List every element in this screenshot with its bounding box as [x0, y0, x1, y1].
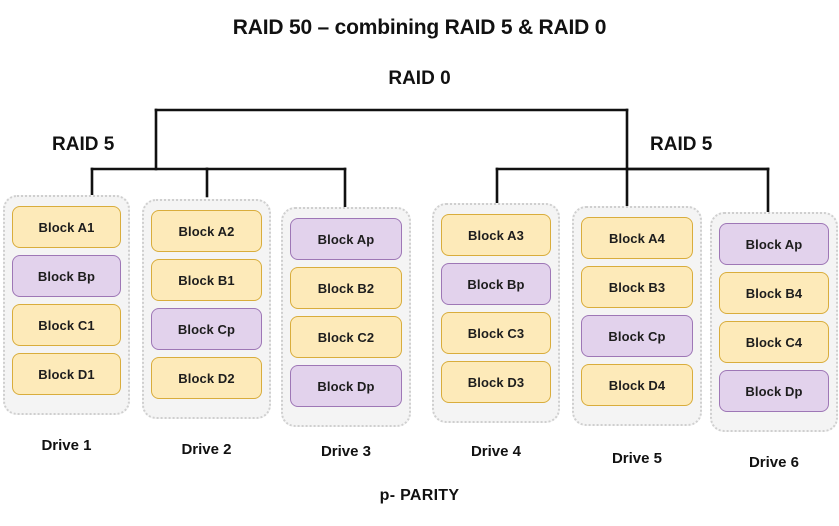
drive-container-2[interactable]: Block A2 Block B1 Block Cp Block D2: [142, 199, 271, 419]
drive-container-1[interactable]: Block A1 Block Bp Block C1 Block D1: [3, 195, 130, 415]
drive-container-3[interactable]: Block Ap Block B2 Block C2 Block Dp: [281, 207, 411, 427]
data-block[interactable]: Block D4: [581, 364, 693, 406]
raid5-right-label: RAID 5: [650, 134, 713, 155]
data-block[interactable]: Block B3: [581, 266, 693, 308]
data-block[interactable]: Block C1: [12, 304, 121, 346]
drive-label-2: Drive 2: [181, 441, 232, 458]
parity-block[interactable]: Block Dp: [719, 370, 829, 412]
parity-block[interactable]: Block Dp: [290, 365, 402, 407]
data-block[interactable]: Block A1: [12, 206, 121, 248]
drive-container-4[interactable]: Block A3 Block Bp Block C3 Block D3: [432, 203, 560, 423]
drive-container-6[interactable]: Block Ap Block B4 Block C4 Block Dp: [710, 212, 838, 432]
data-block[interactable]: Block B2: [290, 267, 402, 309]
raid5-left-label: RAID 5: [52, 134, 115, 155]
raid0-label: RAID 0: [388, 68, 451, 89]
drive-label-5: Drive 5: [611, 450, 663, 467]
drive-block-list: Block Ap Block B2 Block C2 Block Dp: [290, 218, 402, 407]
data-block[interactable]: Block C3: [441, 312, 551, 354]
parity-block[interactable]: Block Cp: [581, 315, 693, 357]
data-block[interactable]: Block A4: [581, 217, 693, 259]
drive-label-1: Drive 1: [41, 437, 92, 454]
data-block[interactable]: Block D1: [12, 353, 121, 395]
drive-label-6: Drive 6: [748, 454, 800, 471]
drive-label-4: Drive 4: [470, 443, 522, 460]
drive-block-list: Block A4 Block B3 Block Cp Block D4: [581, 217, 693, 406]
parity-block[interactable]: Block Ap: [719, 223, 829, 265]
parity-block[interactable]: Block Bp: [12, 255, 121, 297]
diagram-title: RAID 50 – combining RAID 5 & RAID 0: [232, 16, 607, 39]
drive-label-3: Drive 3: [320, 443, 372, 460]
drive-block-list: Block Ap Block B4 Block C4 Block Dp: [719, 223, 829, 412]
data-block[interactable]: Block C2: [290, 316, 402, 358]
drive-block-list: Block A2 Block B1 Block Cp Block D2: [151, 210, 262, 399]
raid50-diagram: RAID 50 – combining RAID 5 & RAID 0 RAID…: [0, 0, 839, 526]
parity-block[interactable]: Block Cp: [151, 308, 262, 350]
parity-block[interactable]: Block Bp: [441, 263, 551, 305]
drive-block-list: Block A3 Block Bp Block C3 Block D3: [441, 214, 551, 403]
data-block[interactable]: Block C4: [719, 321, 829, 363]
drive-block-list: Block A1 Block Bp Block C1 Block D1: [12, 206, 121, 395]
data-block[interactable]: Block D2: [151, 357, 262, 399]
data-block[interactable]: Block B1: [151, 259, 262, 301]
data-block[interactable]: Block B4: [719, 272, 829, 314]
data-block[interactable]: Block A2: [151, 210, 262, 252]
parity-block[interactable]: Block Ap: [290, 218, 402, 260]
parity-legend: p- PARITY: [379, 487, 460, 504]
data-block[interactable]: Block A3: [441, 214, 551, 256]
data-block[interactable]: Block D3: [441, 361, 551, 403]
drive-container-5[interactable]: Block A4 Block B3 Block Cp Block D4: [572, 206, 702, 426]
